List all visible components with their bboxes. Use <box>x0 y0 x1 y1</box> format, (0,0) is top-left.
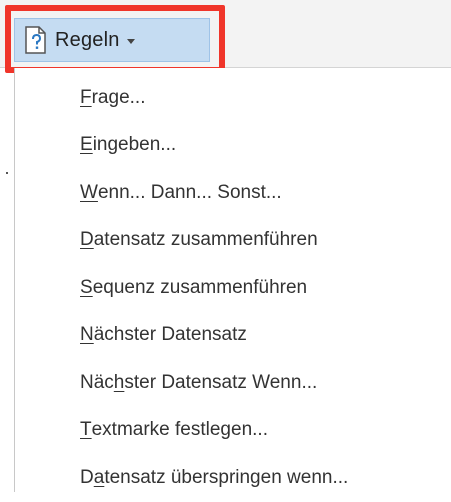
menu-item-mnemonic: N <box>80 324 94 346</box>
menu-item-eingeben[interactable]: Eingeben... <box>15 122 451 170</box>
document-question-icon <box>23 25 49 55</box>
menu-item-mnemonic: S <box>80 276 93 298</box>
rules-dropdown-menu: Frage... Eingeben... Wenn... Dann... Son… <box>14 68 451 492</box>
menu-item-suffix: extmarke festlegen... <box>91 419 268 441</box>
menu-item-mnemonic: a <box>93 466 105 488</box>
menu-item-mnemonic: h <box>113 371 125 393</box>
menu-item-mnemonic: T <box>80 419 92 441</box>
menu-item-naechster-datensatz-wenn[interactable]: Näc h ster Datensatz Wenn... <box>15 359 451 407</box>
menu-item-mnemonic: F <box>80 86 92 108</box>
menu-item-prefix: Näc <box>80 371 114 393</box>
ribbon-edge-mark <box>6 172 8 174</box>
menu-item-sequenz-zusammenfuehren[interactable]: Sequenz zusammenführen <box>15 264 451 312</box>
menu-item-mnemonic: E <box>80 134 93 156</box>
menu-item-suffix: tensatz überspringen wenn... <box>104 466 349 488</box>
menu-item-naechster-datensatz[interactable]: Nächster Datensatz <box>15 312 451 360</box>
caret-down-icon <box>126 38 135 44</box>
menu-item-datensatz-ueberspringen-wenn[interactable]: Da tensatz überspringen wenn... <box>15 454 451 502</box>
rules-button-label: Regeln <box>55 28 120 51</box>
menu-item-suffix: rage... <box>91 86 146 108</box>
menu-item-suffix: ächster Datensatz <box>93 324 247 346</box>
menu-item-suffix: atensatz zusammenführen <box>93 229 318 251</box>
menu-item-mnemonic: W <box>80 181 98 203</box>
menu-item-suffix: equenz zusammenführen <box>92 276 308 298</box>
menu-item-frage[interactable]: Frage... <box>15 74 451 122</box>
menu-item-datensatz-zusammenfuehren[interactable]: Datensatz zusammenführen <box>15 217 451 265</box>
menu-item-prefix: D <box>80 466 94 488</box>
menu-item-suffix: ingeben... <box>92 134 177 156</box>
menu-item-suffix: enn... Dann... Sonst... <box>97 181 282 203</box>
rules-dropdown-button[interactable]: Regeln <box>14 18 210 62</box>
menu-item-wenn-dann-sonst[interactable]: Wenn... Dann... Sonst... <box>15 169 451 217</box>
menu-item-suffix: ster Datensatz Wenn... <box>124 371 318 393</box>
menu-item-mnemonic: D <box>80 229 94 251</box>
menu-item-textmarke-festlegen[interactable]: Textmarke festlegen... <box>15 407 451 455</box>
